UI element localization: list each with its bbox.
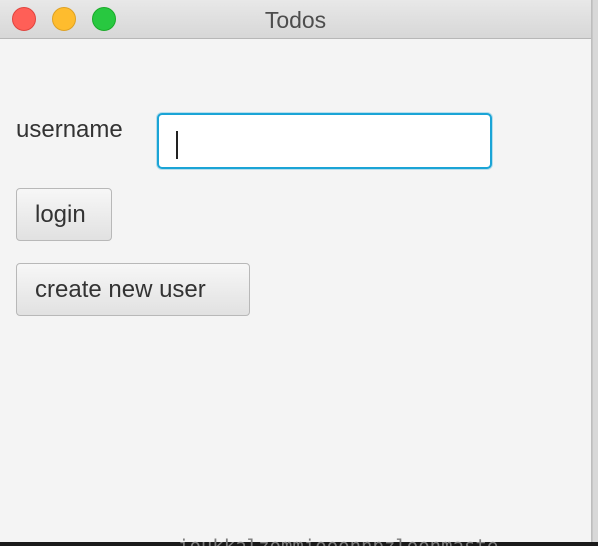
background-window-edge <box>591 0 598 546</box>
screen: Todos username login create new user iou… <box>0 0 598 546</box>
text-caret <box>176 131 178 159</box>
todos-window: Todos username login create new user <box>0 0 592 542</box>
window-title: Todos <box>264 7 327 33</box>
create-new-user-button[interactable]: create new user <box>16 263 250 316</box>
username-input[interactable] <box>157 113 492 169</box>
username-label: username <box>16 116 123 143</box>
login-button[interactable]: login <box>16 188 112 241</box>
username-input-box[interactable] <box>165 121 484 161</box>
background-clipped-text: ioukkalzommiooonnpzloonmaste <box>178 537 498 546</box>
title-bar[interactable]: Todos <box>0 0 591 39</box>
login-form: username login create new user <box>0 40 591 542</box>
